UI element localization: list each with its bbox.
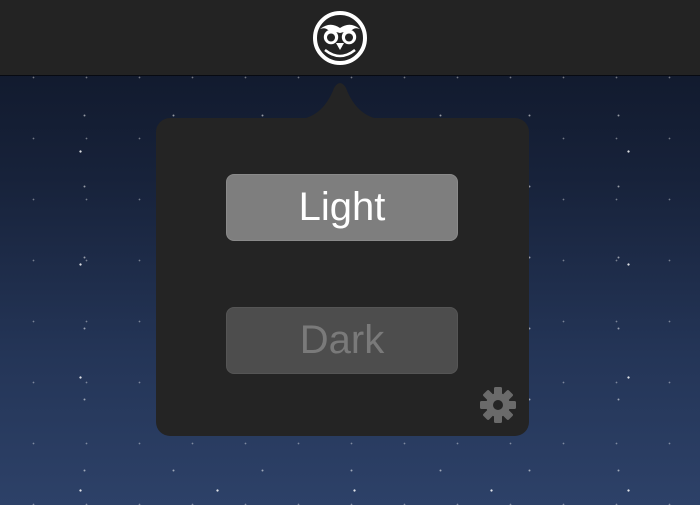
owl-icon[interactable] xyxy=(312,10,368,66)
gear-icon[interactable] xyxy=(478,385,518,425)
theme-popover xyxy=(156,118,529,436)
light-mode-button[interactable]: Light xyxy=(226,174,458,241)
menu-bar xyxy=(0,0,700,75)
popover-arrow xyxy=(292,83,388,120)
dark-mode-button[interactable]: Dark xyxy=(226,307,458,374)
